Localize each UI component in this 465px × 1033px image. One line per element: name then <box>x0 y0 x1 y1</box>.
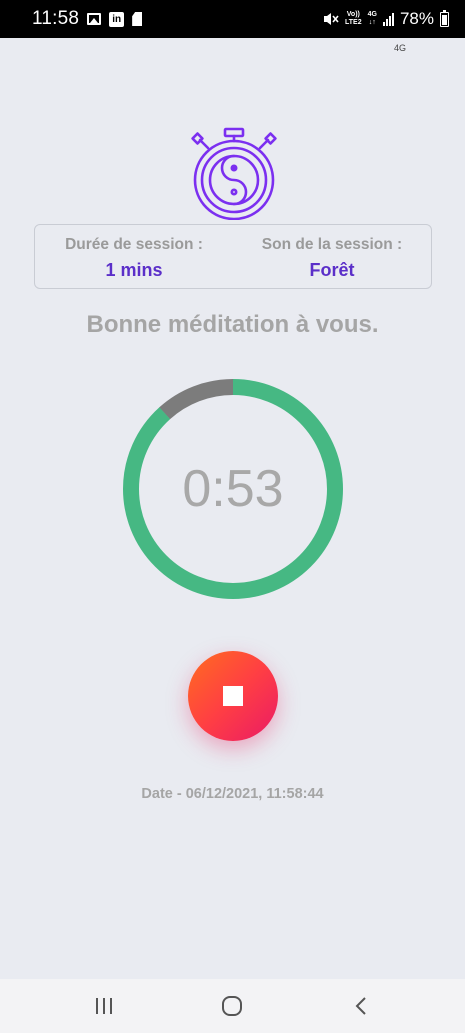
timer-display: 0:53 <box>182 460 284 518</box>
session-date: Date - 06/12/2021, 11:58:44 <box>141 786 324 802</box>
sound-section: Son de la session : Forêt <box>233 225 431 288</box>
home-button[interactable] <box>202 986 262 1026</box>
sound-label: Son de la session : <box>261 236 403 253</box>
linkedin-icon: in <box>109 11 125 27</box>
duration-label: Durée de session : <box>65 236 203 253</box>
status-right: Vo)) LTE2 4G ↓↑ 78% <box>323 9 449 29</box>
back-icon <box>355 997 366 1015</box>
home-icon <box>222 996 243 1016</box>
screen: 11:58 in Vo)) LTE2 4G ↓↑ 78% 4G Durée de… <box>0 0 465 1033</box>
recents-button[interactable] <box>74 986 134 1026</box>
signal-icon <box>382 12 394 26</box>
navigation-bar <box>0 979 465 1033</box>
stop-icon <box>223 686 243 706</box>
network-indicator: 4G ↓↑ <box>368 11 377 27</box>
battery-percent: 78% <box>399 9 434 28</box>
stopwatch-yin-yang-icon <box>191 127 277 220</box>
duration-section: Durée de session : 1 mins <box>35 225 233 288</box>
greeting-text: Bonne méditation à vous. <box>86 311 379 338</box>
network-type-label: 4G <box>394 43 407 53</box>
net-top: 4G <box>367 11 377 18</box>
volte-bottom: LTE2 <box>345 19 362 26</box>
volte-top: Vo)) <box>346 11 360 18</box>
status-left: 11:58 in <box>32 8 143 30</box>
sound-value: Forêt <box>309 260 355 280</box>
battery-icon <box>440 9 449 27</box>
back-button[interactable] <box>331 986 391 1026</box>
volte-indicator: Vo)) LTE2 <box>345 11 362 27</box>
mute-icon <box>324 13 339 25</box>
net-bottom: ↓↑ <box>368 19 376 26</box>
sim-icon <box>132 12 143 26</box>
recents-icon <box>96 998 113 1014</box>
status-bar: 11:58 in Vo)) LTE2 4G ↓↑ 78% <box>0 0 465 38</box>
image-icon <box>87 13 102 25</box>
duration-value: 1 mins <box>105 260 163 280</box>
stop-button[interactable] <box>188 651 278 741</box>
session-info-card: Durée de session : 1 mins Son de la sess… <box>34 224 432 289</box>
status-time: 11:58 <box>32 8 80 29</box>
